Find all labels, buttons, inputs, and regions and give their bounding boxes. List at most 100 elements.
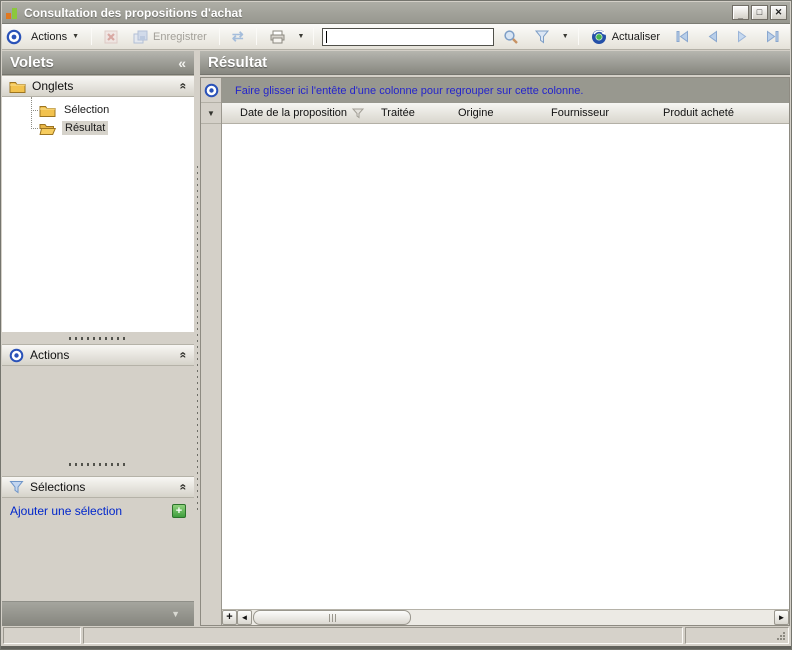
folder-open-icon xyxy=(39,122,57,135)
minimize-button[interactable]: _ xyxy=(732,5,749,20)
chevron-up-icon[interactable]: « xyxy=(177,352,191,359)
sync-icon: ⇄ xyxy=(232,28,244,45)
add-row-button[interactable]: + xyxy=(222,610,237,625)
nav-previous-icon xyxy=(705,30,720,43)
sidebar-header: Volets « xyxy=(2,51,194,75)
toolbar-separator xyxy=(578,28,579,45)
print-options-button[interactable]: ▼ xyxy=(295,26,308,47)
result-header: Résultat xyxy=(200,51,790,75)
statusbar-middle-panel xyxy=(83,627,683,644)
chevron-down-icon: ▼ xyxy=(562,33,569,40)
grid-gutter: ▼ xyxy=(201,78,222,625)
app-icon xyxy=(5,6,19,20)
scroll-right-button[interactable]: ► xyxy=(774,610,789,625)
window-title: Consultation des propositions d'achat xyxy=(24,6,727,20)
collapse-sidebar-button[interactable]: « xyxy=(178,55,186,71)
section-label-onglets: Onglets xyxy=(32,79,174,93)
add-selection-plus-button[interactable]: + xyxy=(172,504,186,518)
search-icon xyxy=(503,29,519,45)
pane-splitter[interactable] xyxy=(2,458,194,470)
folder-icon xyxy=(9,80,26,93)
print-button[interactable] xyxy=(263,26,292,47)
nav-next-button[interactable] xyxy=(729,26,756,47)
column-header-row: Date de la proposition Traitée Origine F… xyxy=(222,103,789,124)
toolbar-separator xyxy=(91,28,92,45)
filter-funnel-icon xyxy=(9,480,24,494)
add-selection-link[interactable]: Ajouter une sélection xyxy=(10,504,122,518)
nav-next-icon xyxy=(735,30,750,43)
filter-button[interactable] xyxy=(528,26,556,47)
section-header-actions[interactable]: Actions « xyxy=(2,344,194,366)
titlebar: Consultation des propositions d'achat _ … xyxy=(2,2,790,24)
save-button[interactable]: Enregistrer xyxy=(127,26,213,47)
grid-rows-area xyxy=(222,124,789,609)
close-button[interactable]: ✕ xyxy=(770,5,787,20)
chevron-down-icon[interactable]: ▼ xyxy=(171,609,180,619)
search-input[interactable] xyxy=(322,28,493,46)
toolbar-separator xyxy=(256,28,257,45)
tree-item-label: Résultat xyxy=(62,121,108,135)
resize-grip[interactable] xyxy=(783,638,785,640)
grid-body: Faire glisser ici l'entête d'une colonne… xyxy=(222,78,789,625)
refresh-button[interactable]: Actualiser xyxy=(585,26,666,47)
column-header-date[interactable]: Date de la proposition xyxy=(222,103,374,123)
selections-panel-body xyxy=(2,524,194,601)
nav-first-button[interactable] xyxy=(669,26,696,47)
refresh-icon xyxy=(591,29,607,45)
save-icon xyxy=(133,30,148,44)
tabs-tree: Sélection Résultat xyxy=(2,97,194,332)
maximize-button[interactable]: □ xyxy=(751,5,768,20)
scrollbar-track[interactable] xyxy=(412,610,774,625)
nav-last-button[interactable] xyxy=(759,26,786,47)
column-header-produit[interactable]: Produit acheté xyxy=(656,103,789,123)
splitter-grip-icon xyxy=(69,463,127,466)
groupby-drop-zone[interactable]: Faire glisser ici l'entête d'une colonne… xyxy=(222,78,789,103)
filter-options-button[interactable]: ▼ xyxy=(559,26,572,47)
result-grid: ▼ Faire glisser ici l'entête d'une colon… xyxy=(200,77,790,626)
column-header-fournisseur[interactable]: Fournisseur xyxy=(544,103,656,123)
nav-last-icon xyxy=(765,30,780,43)
toolbar: Actions ▼ Enregistrer ⇄ ▼ xyxy=(2,24,790,50)
toolbar-separator xyxy=(219,28,220,45)
window-bottom-border xyxy=(1,646,791,649)
statusbar-right-panel xyxy=(685,627,789,644)
actions-panel-body xyxy=(2,366,194,458)
text-caret xyxy=(326,31,327,43)
section-header-selections[interactable]: Sélections « xyxy=(2,476,194,498)
actions-menu-button[interactable]: Actions ▼ xyxy=(25,26,85,47)
pane-splitter[interactable] xyxy=(2,332,194,344)
sidebar-title: Volets xyxy=(10,54,178,71)
toolbar-separator xyxy=(313,28,314,45)
search-button[interactable] xyxy=(497,26,525,47)
bullseye-icon xyxy=(9,348,24,363)
chevron-down-icon: ▼ xyxy=(298,33,305,40)
chevron-down-icon: ▼ xyxy=(207,109,215,118)
nav-first-icon xyxy=(675,30,690,43)
chevron-up-icon[interactable]: « xyxy=(177,83,191,90)
nav-previous-button[interactable] xyxy=(699,26,726,47)
scroll-left-button[interactable]: ◄ xyxy=(237,610,252,625)
statusbar xyxy=(2,626,790,645)
tree-item-selection[interactable]: Sélection xyxy=(2,101,194,119)
column-header-origine[interactable]: Origine xyxy=(451,103,544,123)
chevron-down-icon: ▼ xyxy=(72,33,79,40)
groupby-hint: Faire glisser ici l'entête d'une colonne… xyxy=(235,85,583,97)
sync-button[interactable]: ⇄ xyxy=(226,26,250,47)
scrollbar-thumb[interactable] xyxy=(253,610,411,625)
result-title: Résultat xyxy=(208,54,782,71)
section-header-onglets[interactable]: Onglets « xyxy=(2,75,194,97)
chevron-up-icon[interactable]: « xyxy=(177,484,191,491)
sidebar-volets: Volets « Onglets « Sélection xyxy=(2,51,194,626)
horizontal-scrollbar: + ◄ ► xyxy=(222,609,789,625)
column-header-traitee[interactable]: Traitée xyxy=(374,103,451,123)
column-chooser-button[interactable]: ▼ xyxy=(201,103,221,124)
add-selection-row: Ajouter une sélection + xyxy=(2,498,194,524)
tree-item-resultat[interactable]: Résultat xyxy=(2,119,194,137)
grid-menu-cell[interactable] xyxy=(201,78,221,103)
delete-button[interactable] xyxy=(98,26,124,47)
splitter-grip-icon xyxy=(69,337,127,340)
column-filter-icon[interactable] xyxy=(352,108,364,119)
content-area: Volets « Onglets « Sélection xyxy=(2,51,790,626)
main-panel: Résultat ▼ Faire glisser ici l'entête xyxy=(200,51,790,626)
folder-icon xyxy=(39,104,56,117)
